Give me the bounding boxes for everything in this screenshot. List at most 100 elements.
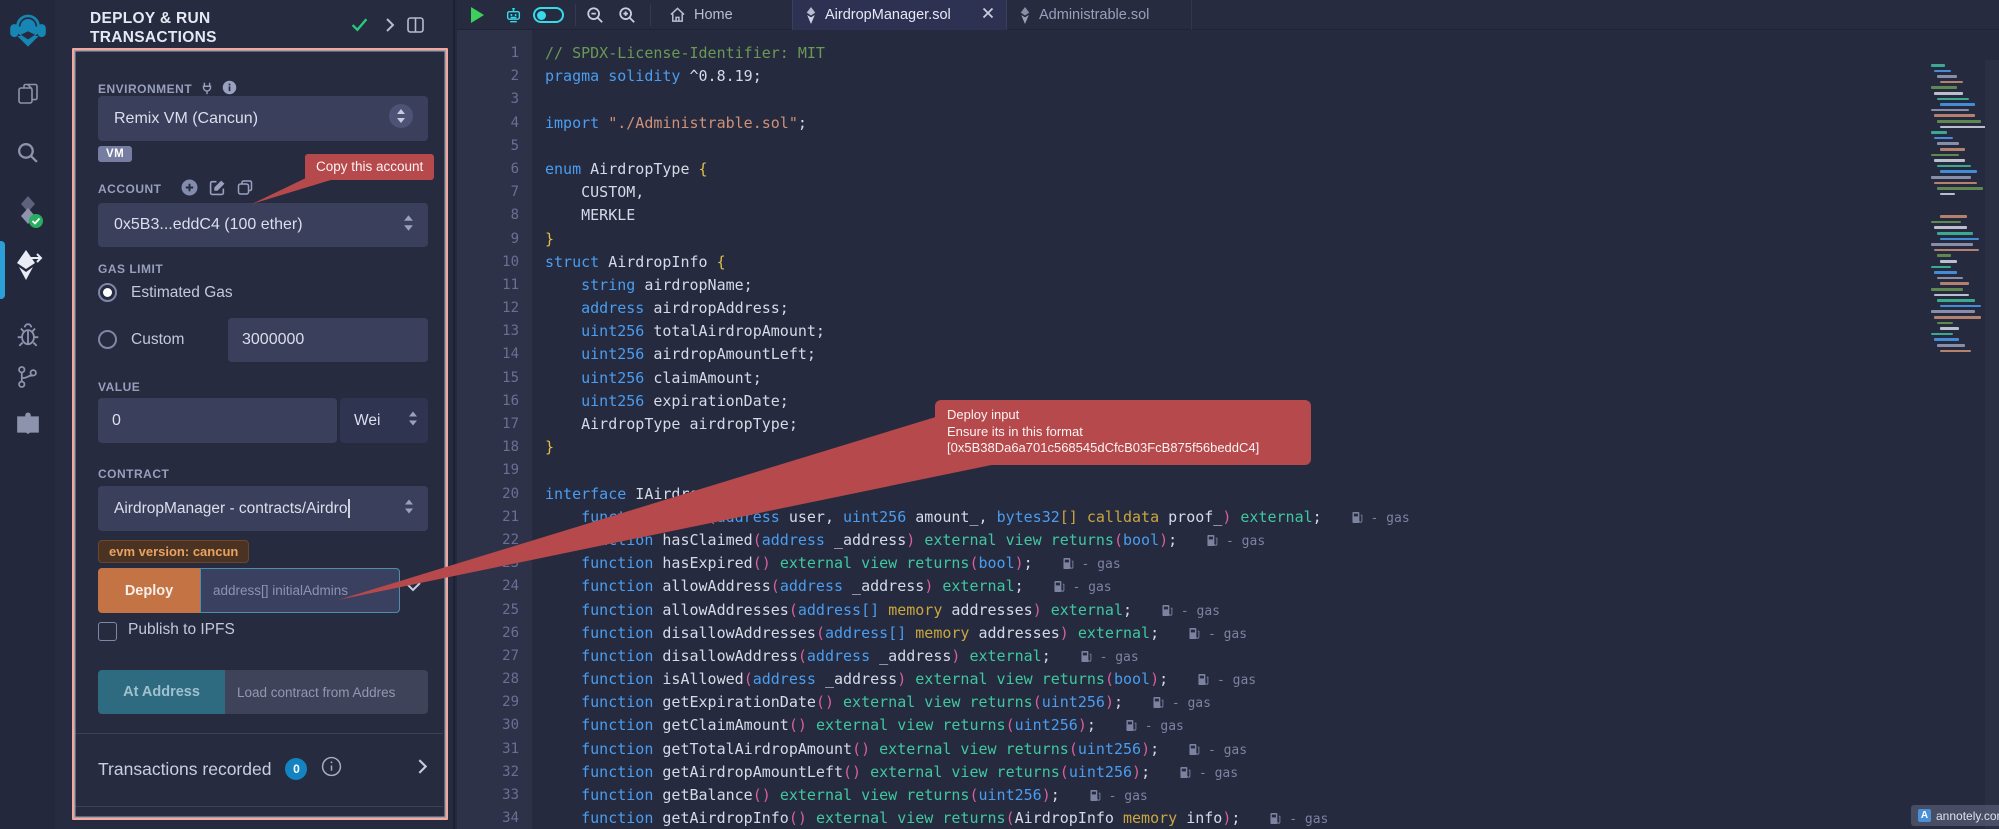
- code-line: 10struct AirdropInfo {: [457, 251, 1999, 274]
- code-line: 20interface IAirdrop1155 {: [457, 483, 1999, 506]
- solidity-compiler-icon[interactable]: [0, 194, 55, 230]
- environment-stepper-icon[interactable]: [388, 103, 414, 134]
- transactions-expand-chevron-icon[interactable]: [417, 758, 428, 781]
- run-script-play-icon[interactable]: [471, 7, 484, 23]
- gas-estimate-icon: - gas: [1126, 719, 1184, 734]
- remix-logo[interactable]: [0, 11, 55, 49]
- code-text: [532, 88, 545, 111]
- code-line: 19: [457, 459, 1999, 482]
- transactions-info-icon[interactable]: [321, 756, 342, 782]
- line-number: 17: [457, 413, 532, 436]
- add-account-icon[interactable]: [181, 179, 198, 201]
- code-text: [532, 459, 545, 482]
- code-line: 33 function getBalance() external view r…: [457, 784, 1999, 807]
- file-explorer-icon[interactable]: [0, 82, 55, 106]
- code-text: }: [532, 436, 554, 459]
- pin-panel-chevron-icon[interactable]: [384, 17, 396, 38]
- tab-label: AirdropManager.sol: [825, 7, 951, 23]
- code-editor[interactable]: 1// SPDX-License-Identifier: MIT2pragma …: [457, 30, 1999, 829]
- contract-select[interactable]: AirdropManager - contracts/Airdro: [98, 486, 428, 531]
- home-tab-label: Home: [694, 7, 733, 23]
- code-line: 34 function getAirdropInfo() external vi…: [457, 807, 1999, 829]
- at-address-input[interactable]: [225, 670, 428, 714]
- edit-account-icon[interactable]: [209, 179, 226, 201]
- line-number: 19: [457, 459, 532, 482]
- publish-ipfs-checkbox[interactable]: [98, 622, 117, 641]
- plug-icon[interactable]: [200, 81, 214, 98]
- split-view-icon[interactable]: [407, 17, 424, 38]
- environment-select[interactable]: Remix VM (Cancun): [98, 96, 428, 141]
- gas-estimate-icon: - gas: [1189, 627, 1247, 642]
- custom-gas-radio[interactable]: [98, 330, 117, 349]
- tab-home[interactable]: Home: [663, 0, 739, 30]
- zoom-in-icon[interactable]: [618, 6, 636, 29]
- custom-gas-input[interactable]: [228, 318, 428, 362]
- line-number: 5: [457, 135, 532, 158]
- code-text: function getExpirationDate() external vi…: [532, 691, 1211, 714]
- code-text: function getAirdropInfo() external view …: [532, 807, 1328, 829]
- gas-estimate-icon: - gas: [1352, 511, 1410, 526]
- tab-airdropmanager[interactable]: AirdropManager.sol: [792, 0, 1007, 30]
- code-line: 7 CUSTOM,: [457, 181, 1999, 204]
- debugger-icon[interactable]: [0, 322, 55, 348]
- tab-administrable[interactable]: Administrable.sol: [1007, 0, 1192, 30]
- estimated-gas-radio[interactable]: [98, 283, 117, 302]
- deploy-args-input[interactable]: [200, 568, 400, 613]
- code-line: 24 function allowAddress(address _addres…: [457, 575, 1999, 598]
- line-number: 11: [457, 274, 532, 297]
- at-address-button[interactable]: At Address: [98, 670, 225, 714]
- line-number: 9: [457, 228, 532, 251]
- code-line: 16 uint256 expirationDate;: [457, 390, 1999, 413]
- transactions-count-badge: 0: [285, 758, 307, 780]
- value-unit-stepper-icon[interactable]: [408, 410, 418, 432]
- code-line: 21 function claim(address user, uint256 …: [457, 506, 1999, 529]
- code-text: CUSTOM,: [532, 181, 644, 204]
- line-number: 10: [457, 251, 532, 274]
- topbar-divider: [575, 4, 576, 26]
- line-number: 27: [457, 645, 532, 668]
- code-text: function allowAddress(address _address) …: [532, 575, 1112, 598]
- code-line: 14 uint256 airdropAmountLeft;: [457, 343, 1999, 366]
- value-unit-select[interactable]: Wei: [340, 398, 428, 443]
- source-control-icon[interactable]: [0, 364, 55, 390]
- line-number: 33: [457, 784, 532, 807]
- estimated-gas-label: Estimated Gas: [131, 284, 233, 302]
- code-line: 13 uint256 totalAirdropAmount;: [457, 320, 1999, 343]
- code-text: function getClaimAmount() external view …: [532, 714, 1184, 737]
- deploy-run-icon[interactable]: [0, 248, 55, 282]
- account-select[interactable]: 0x5B3...eddC4 (100 ether): [98, 203, 428, 247]
- line-number: 31: [457, 738, 532, 761]
- code-text: function disallowAddresses(address[] mem…: [532, 622, 1247, 645]
- custom-gas-label: Custom: [131, 331, 184, 349]
- gas-estimate-icon: - gas: [1198, 673, 1256, 688]
- code-line: 22 function hasClaimed(address _address)…: [457, 529, 1999, 552]
- zoom-out-icon[interactable]: [586, 6, 604, 29]
- ai-assistant-robot-icon[interactable]: [503, 5, 524, 30]
- value-input[interactable]: [98, 398, 337, 443]
- code-line: 9}: [457, 228, 1999, 251]
- close-tab-icon[interactable]: [982, 7, 994, 23]
- panel-title: DEPLOY & RUN TRANSACTIONS: [90, 9, 330, 47]
- contract-stepper-icon[interactable]: [404, 498, 414, 520]
- account-stepper-icon[interactable]: [403, 214, 414, 237]
- line-number: 24: [457, 575, 532, 598]
- code-line: 8 MERKLE: [457, 204, 1999, 227]
- code-text: uint256 expirationDate;: [532, 390, 789, 413]
- code-line: 30 function getClaimAmount() external vi…: [457, 714, 1999, 737]
- expand-deploy-chevron-icon[interactable]: [404, 580, 422, 598]
- copy-account-icon[interactable]: [237, 179, 253, 201]
- code-line: 3: [457, 88, 1999, 111]
- gas-estimate-icon: - gas: [1081, 650, 1139, 665]
- deploy-button[interactable]: Deploy: [98, 568, 200, 613]
- code-text: // SPDX-License-Identifier: MIT: [532, 42, 825, 65]
- learneth-book-icon[interactable]: [0, 412, 55, 436]
- copilot-toggle[interactable]: [533, 7, 564, 23]
- icon-sidebar: [0, 0, 55, 829]
- editor-pane: Home AirdropManager.sol Administrable.so…: [457, 0, 1999, 829]
- publish-ipfs-label: Publish to IPFS: [128, 621, 235, 639]
- search-icon[interactable]: [0, 140, 55, 165]
- watermark-text: annotely.com: [1936, 809, 1999, 823]
- code-line: 27 function disallowAddress(address _add…: [457, 645, 1999, 668]
- deploy-run-panel: DEPLOY & RUN TRANSACTIONS ENVIRONMENT Re…: [55, 0, 455, 829]
- code-line: 12 address airdropAddress;: [457, 297, 1999, 320]
